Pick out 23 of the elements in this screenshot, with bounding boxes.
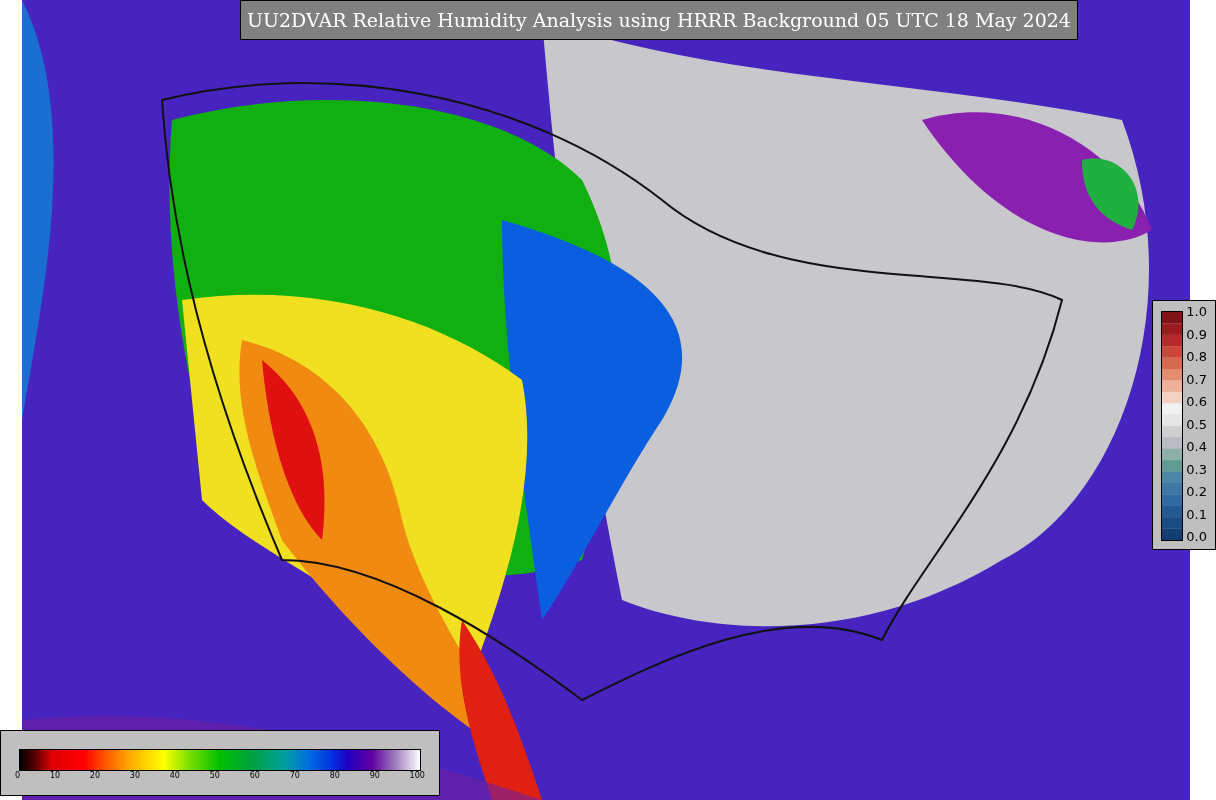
colorbar-tick-label: 0.6 <box>1186 395 1207 408</box>
colorbar-tick-label: 0 <box>15 772 21 780</box>
colorbar-tick-label: 60 <box>249 772 260 780</box>
colorbar-tick-label: 0.7 <box>1186 372 1207 386</box>
colorbar-tick-label: 50 <box>209 772 220 780</box>
map-title: UU2DVAR Relative Humidity Analysis using HRRR Background 05 UTC 18 May 2024 <box>240 0 1078 40</box>
colorbar-tick-label: 0.1 <box>1186 507 1207 521</box>
colorbar-tick-label: 90 <box>369 772 380 780</box>
colorbar-tick-label: 0.3 <box>1186 462 1207 476</box>
colorbar-tick-label: 1.0 <box>1186 305 1207 318</box>
colorbar-tick-label: 0.4 <box>1186 440 1207 453</box>
colorbar-tick-label: 0.2 <box>1186 485 1207 498</box>
colorbar-tick-label: 100 <box>409 772 425 780</box>
colorbar-tick-label: 0.5 <box>1186 417 1207 431</box>
colorbar-tick-label: 30 <box>129 772 140 780</box>
colorbar-tick-label: 0.0 <box>1186 530 1207 543</box>
colorbar-tick-label: 20 <box>89 772 101 780</box>
colorbar-tick-label: 70 <box>289 772 300 780</box>
colorbar-tick-label: 10 <box>49 772 61 780</box>
colorbar-tick-label: 0.8 <box>1186 350 1207 363</box>
colorbar-tick-label: 40 <box>169 772 180 780</box>
colorbar-tick-label: 80 <box>329 772 340 780</box>
colorbar-tick-label: 0.9 <box>1186 327 1207 341</box>
